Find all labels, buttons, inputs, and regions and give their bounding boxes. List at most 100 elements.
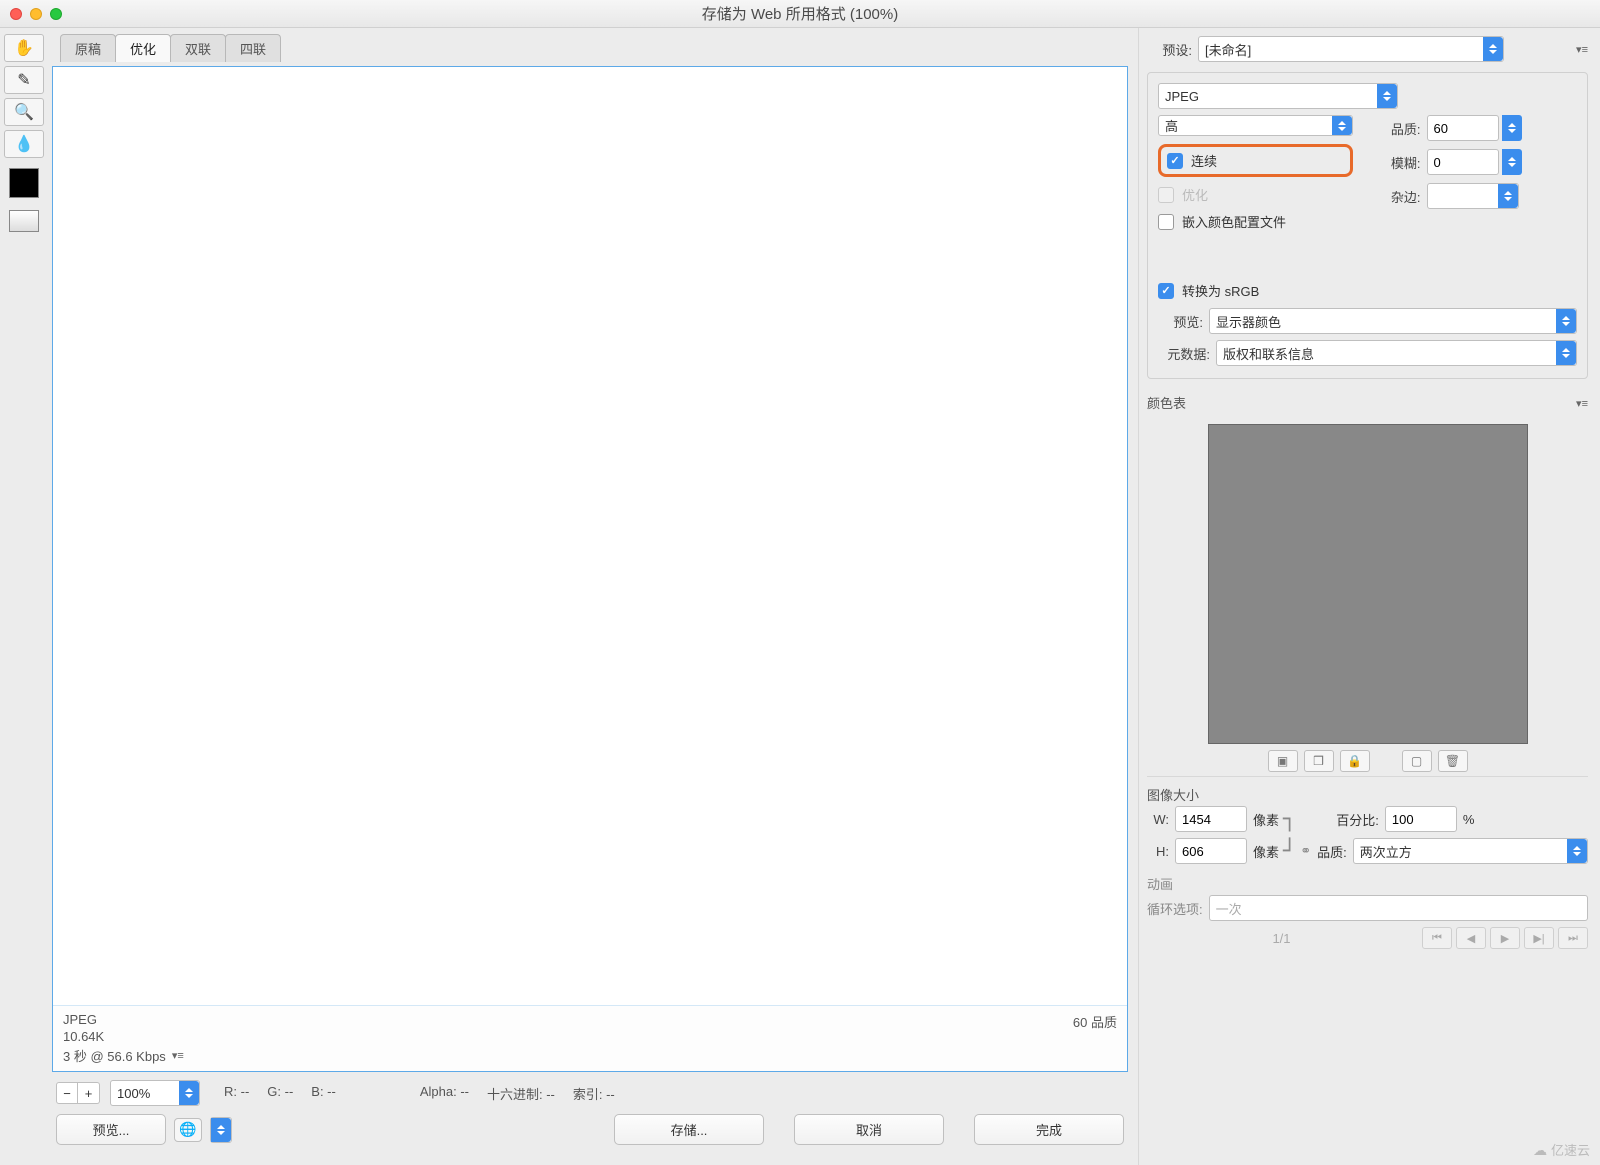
width-label: W: — [1147, 812, 1169, 827]
left-toolbar: ✋ ✎ 🔍 💧 — [0, 28, 48, 1165]
loop-label: 循环选项: — [1147, 899, 1203, 918]
readout-r: R: -- — [224, 1084, 249, 1103]
browser-icon[interactable]: 🌐 — [174, 1118, 202, 1142]
quality-input[interactable] — [1427, 115, 1499, 141]
preview-format: JPEG — [63, 1012, 184, 1027]
tab-optimized[interactable]: 优化 — [115, 34, 171, 62]
metadata-select[interactable]: 版权和联系信息 — [1216, 340, 1577, 366]
preview-profile-select[interactable]: 显示器颜色 — [1209, 308, 1577, 334]
zoom-out-button[interactable]: − — [56, 1082, 78, 1104]
animation-label: 动画 — [1147, 874, 1588, 893]
prev-frame-icon: ◀ — [1456, 927, 1486, 949]
preview-canvas-wrap: JPEG 10.64K 3 秒 @ 56.6 Kbps 60 品质 — [52, 66, 1128, 1072]
readout-hex: 十六进制: -- — [487, 1084, 555, 1103]
resample-select[interactable]: 两次立方 — [1353, 838, 1588, 864]
chevron-updown-icon — [1567, 839, 1587, 863]
foreground-swatch[interactable] — [9, 168, 39, 198]
chevron-updown-icon — [1377, 84, 1397, 108]
animation-section: 动画 循环选项: 一次 1/1 ⏮ ◀ ▶ ▶| ⏭ — [1147, 874, 1588, 955]
slice-visibility-icon[interactable] — [9, 210, 39, 232]
px-unit1: 像素 — [1253, 810, 1279, 829]
width-input[interactable] — [1175, 806, 1247, 832]
eyedropper-tool-icon[interactable]: 💧 — [4, 130, 44, 158]
blur-label: 模糊: — [1383, 153, 1421, 172]
color-table — [1208, 424, 1528, 744]
tab-4up[interactable]: 四联 — [225, 34, 281, 62]
image-size-section: 图像大小 W: 像素 ┐ 百分比: % H: 像素 ┘ ⚭ 品质: 两次立方 — [1147, 776, 1588, 870]
image-size-label: 图像大小 — [1147, 785, 1588, 804]
action-row: 预览... 🌐 存储... 取消 完成 — [52, 1110, 1128, 1155]
loop-select: 一次 — [1209, 895, 1588, 921]
chevron-updown-icon — [1332, 116, 1352, 135]
ct-trash-icon[interactable]: 🗑 — [1438, 750, 1468, 772]
preview-profile-value: 显示器颜色 — [1216, 312, 1281, 331]
format-select[interactable]: JPEG — [1158, 83, 1398, 109]
matte-select[interactable] — [1427, 183, 1519, 209]
preview-canvas[interactable] — [53, 67, 1127, 1005]
progressive-checkbox[interactable] — [1167, 153, 1183, 169]
preview-tabs: 原稿 优化 双联 四联 — [52, 34, 1128, 62]
srgb-checkbox[interactable] — [1158, 283, 1174, 299]
tab-2up[interactable]: 双联 — [170, 34, 226, 62]
center-panel: 原稿 优化 双联 四联 JPEG 10.64K 3 秒 @ 56.6 Kbps … — [48, 28, 1138, 1165]
blur-stepper[interactable] — [1502, 149, 1522, 175]
height-label: H: — [1147, 844, 1169, 859]
link-icon[interactable]: ⚭ — [1300, 843, 1311, 859]
cancel-button[interactable]: 取消 — [794, 1114, 944, 1145]
ct-lock-icon[interactable]: 🔒 — [1340, 750, 1370, 772]
preview-info-bar: JPEG 10.64K 3 秒 @ 56.6 Kbps 60 品质 — [53, 1005, 1127, 1071]
quality-preset-value: 高 — [1165, 116, 1178, 135]
preset-value: [未命名] — [1205, 40, 1251, 59]
px-unit2: 像素 — [1253, 842, 1279, 861]
browser-select[interactable] — [210, 1117, 232, 1143]
color-table-section: 颜色表 ▣ ❒ 🔒 ▢ 🗑 — [1147, 393, 1588, 772]
readout-g: G: -- — [267, 1084, 293, 1103]
color-table-menu-icon[interactable] — [1576, 397, 1588, 410]
readout-b: B: -- — [311, 1084, 336, 1103]
quality-stepper[interactable] — [1502, 115, 1522, 141]
quality-label: 品质: — [1383, 119, 1421, 138]
ct-swatch-icon[interactable]: ▣ — [1268, 750, 1298, 772]
percent-input[interactable] — [1385, 806, 1457, 832]
hand-tool-icon[interactable]: ✋ — [4, 34, 44, 62]
embed-profile-checkbox[interactable] — [1158, 214, 1174, 230]
color-table-label: 颜色表 — [1147, 393, 1186, 412]
height-input[interactable] — [1175, 838, 1247, 864]
quality-preset-select[interactable]: 高 — [1158, 115, 1353, 136]
tab-original[interactable]: 原稿 — [60, 34, 116, 62]
chevron-updown-icon — [1556, 341, 1576, 365]
preset-label: 预设: — [1147, 40, 1192, 59]
done-button[interactable]: 完成 — [974, 1114, 1124, 1145]
format-settings: JPEG 高 连续 优化 — [1147, 72, 1588, 379]
play-icon: ▶ — [1490, 927, 1520, 949]
preview-menu-icon[interactable] — [172, 1049, 184, 1062]
save-button[interactable]: 存储... — [614, 1114, 764, 1145]
last-frame-icon: ⏭ — [1558, 927, 1588, 949]
color-readout: R: -- G: -- B: -- Alpha: -- 十六进制: -- 索引:… — [210, 1084, 1124, 1103]
preset-select[interactable]: [未命名] — [1198, 36, 1504, 62]
metadata-value: 版权和联系信息 — [1223, 344, 1314, 363]
bottom-status-strip: − + 100% R: -- G: -- B: -- Alpha: -- 十六进… — [52, 1072, 1128, 1110]
window-title: 存储为 Web 所用格式 (100%) — [0, 3, 1600, 24]
panel-menu-icon[interactable] — [1576, 43, 1588, 56]
link-bracket-icon: ┘ — [1283, 846, 1296, 857]
zoom-select[interactable]: 100% — [110, 1080, 200, 1106]
preview-profile-label: 预览: — [1158, 312, 1203, 331]
optimized-label: 优化 — [1182, 185, 1208, 204]
blur-input[interactable] — [1427, 149, 1499, 175]
zoom-tool-icon[interactable]: 🔍 — [4, 98, 44, 126]
chevron-updown-icon — [1498, 184, 1518, 208]
titlebar: 存储为 Web 所用格式 (100%) — [0, 0, 1600, 28]
zoom-value: 100% — [117, 1086, 150, 1101]
slice-tool-icon[interactable]: ✎ — [4, 66, 44, 94]
readout-alpha: Alpha: -- — [420, 1084, 469, 1103]
ct-new-icon[interactable]: ▢ — [1402, 750, 1432, 772]
optimized-checkbox — [1158, 187, 1174, 203]
quality2-label: 品质: — [1317, 842, 1347, 861]
link-bracket-icon: ┐ — [1283, 814, 1296, 825]
loop-value: 一次 — [1216, 899, 1242, 918]
preview-button[interactable]: 预览... — [56, 1114, 166, 1145]
zoom-in-button[interactable]: + — [78, 1082, 100, 1104]
ct-cube-icon[interactable]: ❒ — [1304, 750, 1334, 772]
preview-timing: 3 秒 @ 56.6 Kbps — [63, 1046, 166, 1065]
